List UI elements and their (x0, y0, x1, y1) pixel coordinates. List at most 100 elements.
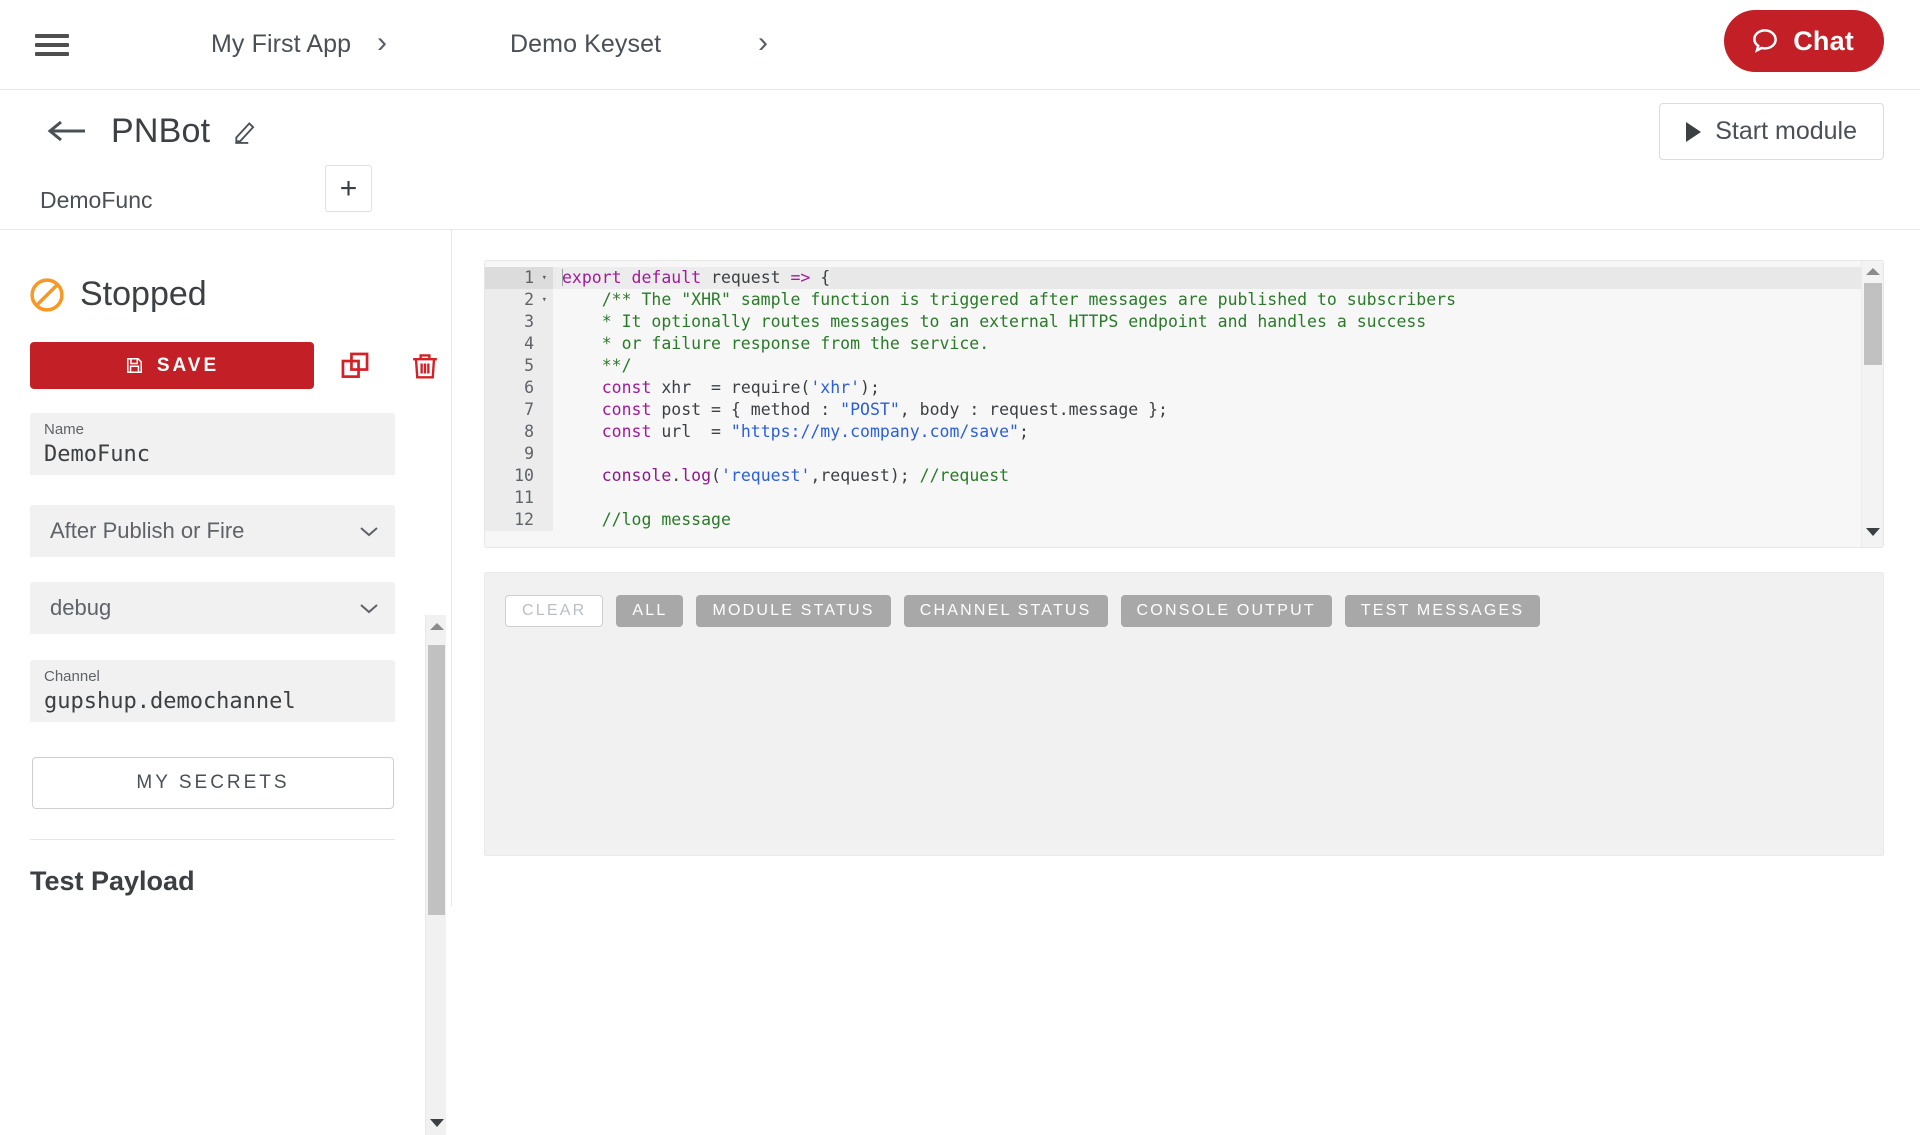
status-badge: Stopped (80, 275, 207, 313)
save-button-label: SAVE (156, 354, 220, 376)
top-navigation-bar: My First App › Demo Keyset › Chat (0, 0, 1920, 90)
function-tab-bar: DemoFunc + (0, 165, 1920, 230)
copy-duplicate-icon[interactable] (338, 349, 372, 383)
channel-field[interactable]: Channel gupshup.demochannel (30, 660, 395, 722)
trigger-select-value: After Publish or Fire (50, 518, 245, 543)
channel-field-value: gupshup.demochannel (44, 689, 296, 714)
page-header: PNBot Start module (0, 90, 1920, 172)
code-scroll-area[interactable]: 1 ▾ export default request => { 2 ▾ /** Th… (485, 261, 1883, 547)
code-line[interactable]: 4▾ * or failure response from the servic… (485, 333, 1883, 355)
code-line[interactable]: 1 ▾ export default request => { (485, 267, 1883, 289)
scroll-up-arrow-icon[interactable] (1866, 268, 1880, 275)
play-triangle-icon (1686, 121, 1702, 142)
name-field-label: Name (44, 421, 85, 438)
code-text: console.log('request',request); //reques… (601, 466, 1010, 485)
line-number: 6▾ (485, 377, 553, 399)
breadcrumb-chevron-2-icon[interactable]: › (758, 28, 768, 58)
code-line[interactable]: 6▾ const xhr = require('xhr'); (485, 377, 1883, 399)
code-line[interactable]: 9▾ (485, 443, 1883, 465)
code-text: const xhr = require('xhr'); (601, 378, 880, 397)
fold-arrow-icon[interactable]: ▾ (538, 267, 547, 289)
pencil-edit-icon[interactable] (232, 118, 258, 144)
line-number: 4▾ (485, 333, 553, 355)
save-button[interactable]: SAVE (30, 342, 314, 389)
code-text: const url = "https://my.company.com/save… (601, 422, 1029, 441)
line-number: 12▾ (485, 509, 553, 531)
line-number: 7▾ (485, 399, 553, 421)
console-filter-all[interactable]: ALL (616, 595, 684, 627)
name-field[interactable]: Name DemoFunc (30, 413, 395, 475)
line-number: 5▾ (485, 355, 553, 377)
channel-field-label: Channel (44, 668, 100, 685)
function-settings-sidebar: Stopped SAVE Name DemoFunc After Publish… (0, 230, 452, 906)
start-module-button[interactable]: Start module (1659, 103, 1884, 160)
code-editor[interactable]: 1 ▾ export default request => { 2 ▾ /** Th… (484, 260, 1884, 548)
chat-bubble-icon (1750, 26, 1780, 56)
code-text: export default request => { (553, 267, 831, 289)
editor-and-console: 1 ▾ export default request => { 2 ▾ /** Th… (452, 230, 1920, 906)
code-line[interactable]: 2 ▾ /** The "XHR" sample function is trig… (485, 289, 1883, 311)
chevron-down-icon (359, 602, 379, 615)
code-text: const post = { method : "POST", body : r… (601, 400, 1168, 419)
line-number: 2 ▾ (485, 289, 553, 311)
line-number: 1 ▾ (485, 267, 553, 289)
code-text: //log message (562, 510, 731, 529)
log-level-select[interactable]: debug (30, 582, 395, 634)
add-function-button[interactable]: + (325, 165, 372, 212)
trigger-select[interactable]: After Publish or Fire (30, 505, 395, 557)
my-secrets-button[interactable]: MY SECRETS (32, 757, 394, 809)
sidebar-divider (30, 839, 395, 840)
tab-demofunc[interactable]: DemoFunc (40, 187, 152, 214)
line-number: 8▾ (485, 421, 553, 443)
sidebar-scrollbar[interactable] (425, 615, 446, 1135)
console-filter-clear[interactable]: CLEAR (505, 595, 604, 627)
chat-button[interactable]: Chat (1724, 10, 1884, 72)
code-line[interactable]: 7▾ const post = { method : "POST", body … (485, 399, 1883, 421)
console-output-area (485, 649, 1883, 855)
breadcrumb-chevron-1-icon[interactable]: › (377, 28, 387, 58)
trash-delete-icon[interactable] (410, 349, 440, 383)
test-payload-title: Test Payload (30, 866, 195, 896)
page-title: PNBot (111, 111, 211, 150)
console-panel: CLEAR ALL MODULE STATUS CHANNEL STATUS C… (484, 572, 1884, 856)
action-row: SAVE (30, 342, 451, 389)
console-filter-row: CLEAR ALL MODULE STATUS CHANNEL STATUS C… (485, 573, 1883, 627)
main-content: Stopped SAVE Name DemoFunc After Publish… (0, 230, 1920, 1135)
console-filter-channel-status[interactable]: CHANNEL STATUS (903, 595, 1108, 627)
code-line[interactable]: 8▾ const url = "https://my.company.com/s… (485, 421, 1883, 443)
breadcrumb-item-app[interactable]: My First App (211, 30, 351, 59)
scroll-down-arrow-icon[interactable] (1866, 528, 1880, 536)
line-number: 3▾ (485, 311, 553, 333)
line-number: 10▾ (485, 465, 553, 487)
code-line[interactable]: 11▾ (485, 487, 1883, 509)
start-module-label: Start module (1715, 117, 1857, 145)
stopped-circle-slash-icon (28, 276, 66, 314)
console-filter-module-status[interactable]: MODULE STATUS (696, 595, 891, 627)
sidebar-scrollbar-thumb[interactable] (428, 645, 445, 915)
breadcrumb-item-keyset[interactable]: Demo Keyset (510, 30, 661, 59)
console-filter-console-output[interactable]: CONSOLE OUTPUT (1120, 595, 1332, 627)
editor-scrollbar[interactable] (1861, 261, 1883, 547)
line-number: 9▾ (485, 443, 553, 465)
console-filter-test-messages[interactable]: TEST MESSAGES (1344, 595, 1541, 627)
fold-arrow-icon[interactable]: ▾ (538, 289, 547, 311)
scroll-down-arrow-icon[interactable] (430, 1119, 444, 1127)
code-text: **/ (562, 356, 632, 375)
code-text: * It optionally routes messages to an ex… (562, 312, 1427, 331)
editor-scrollbar-thumb[interactable] (1864, 283, 1882, 365)
back-arrow-icon[interactable] (45, 116, 89, 146)
code-line[interactable]: 3▾ * It optionally routes messages to an… (485, 311, 1883, 333)
name-field-value: DemoFunc (44, 442, 150, 467)
line-number: 11▾ (485, 487, 553, 509)
code-text: * or failure response from the service. (562, 334, 990, 353)
code-line[interactable]: 12▾ //log message (485, 509, 1883, 531)
log-level-select-value: debug (50, 595, 112, 620)
scroll-up-arrow-icon[interactable] (430, 623, 444, 630)
hamburger-menu-icon[interactable] (35, 32, 69, 58)
code-line[interactable]: 10▾ console.log('request',request); //re… (485, 465, 1883, 487)
code-line[interactable]: 5▾ **/ (485, 355, 1883, 377)
code-text: /** The "XHR" sample function is trigger… (562, 290, 1457, 309)
chevron-down-icon (359, 525, 379, 538)
